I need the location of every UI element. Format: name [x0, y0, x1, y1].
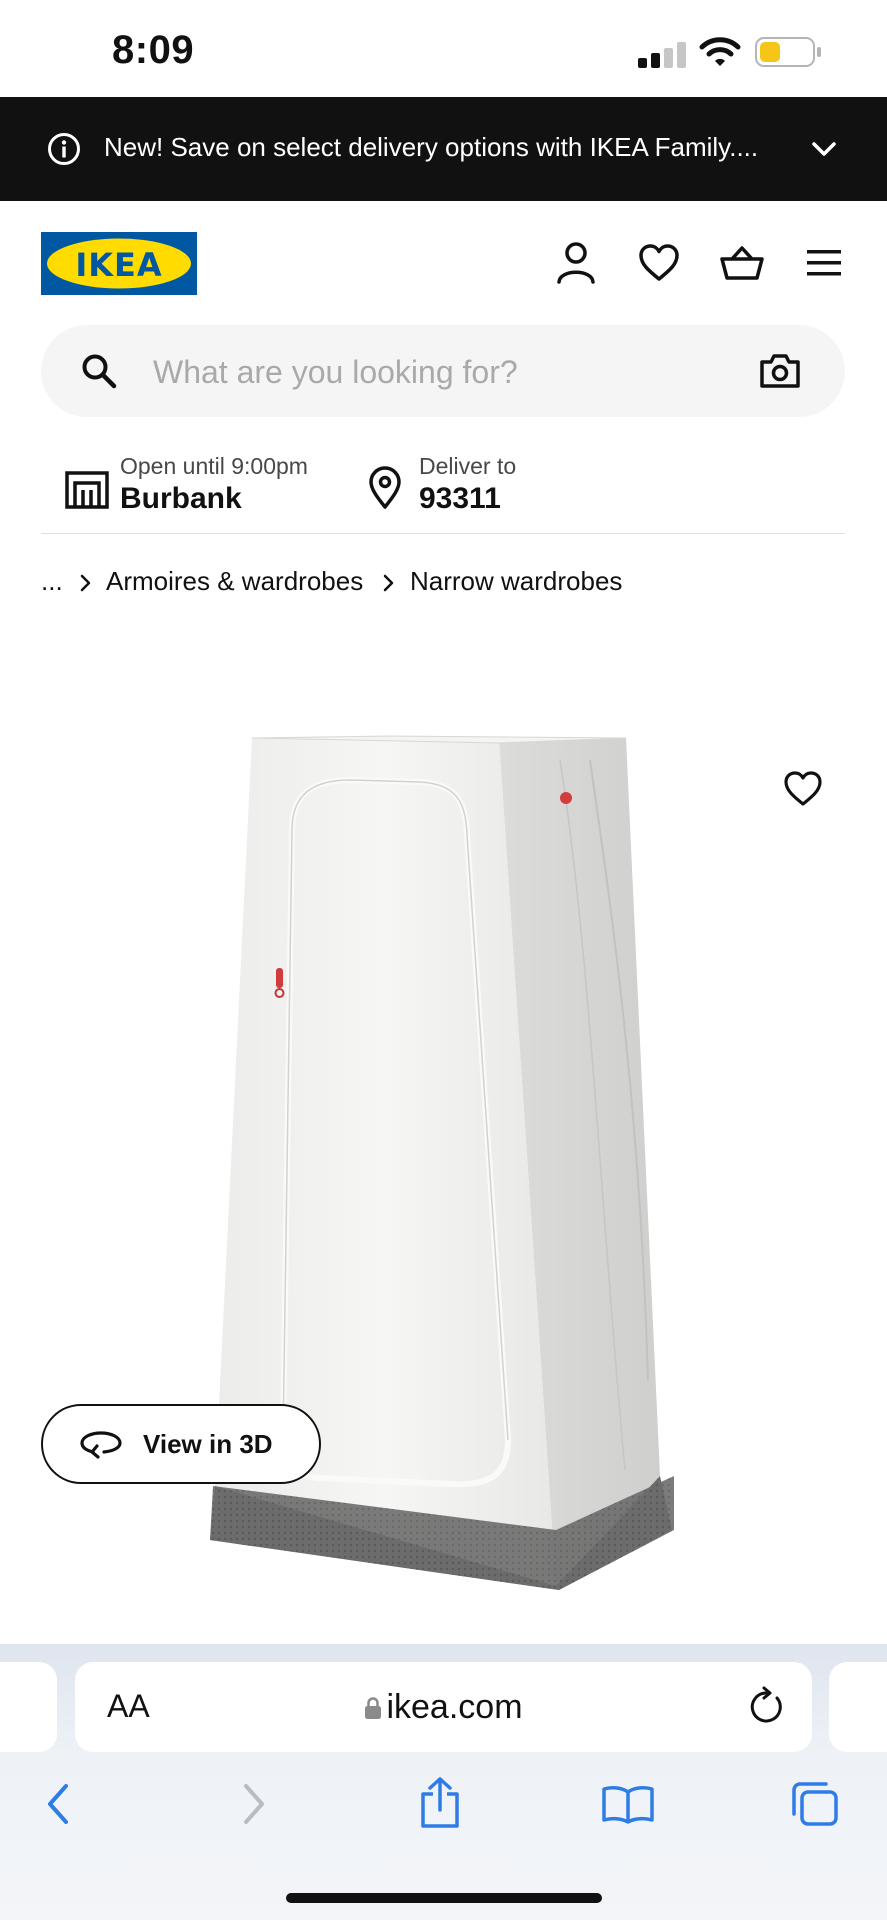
- chevron-down-icon[interactable]: [810, 137, 838, 161]
- favorites-icon[interactable]: [638, 243, 680, 283]
- ikea-logo[interactable]: IKEA: [41, 232, 197, 295]
- store-name: Burbank: [120, 482, 242, 515]
- store-selector[interactable]: Open until 9:00pm Burbank: [63, 451, 333, 519]
- location-pin-icon: [369, 466, 401, 509]
- delivery-selector[interactable]: Deliver to 93311: [366, 451, 566, 519]
- address-bar[interactable]: AA ikea.com: [75, 1662, 812, 1752]
- divider: [41, 533, 845, 534]
- cellular-signal-icon: [638, 42, 688, 68]
- account-icon[interactable]: [555, 240, 597, 284]
- logo-text: IKEA: [75, 246, 163, 284]
- back-icon[interactable]: [44, 1782, 74, 1826]
- delivery-label: Deliver to: [419, 453, 517, 479]
- status-bar: 8:09: [0, 0, 887, 97]
- home-indicator: [286, 1893, 602, 1903]
- share-icon[interactable]: [417, 1776, 463, 1830]
- search-bar[interactable]: [41, 325, 845, 419]
- menu-icon[interactable]: [806, 248, 842, 278]
- url-text: ikea.com: [386, 1688, 523, 1726]
- view-in-3d-label: View in 3D: [143, 1429, 273, 1459]
- view-in-3d-button[interactable]: View in 3D: [41, 1404, 321, 1484]
- store-hours: Open until 9:00pm: [120, 453, 308, 479]
- reload-icon[interactable]: [747, 1686, 785, 1728]
- delivery-zip: 93311: [419, 482, 501, 515]
- search-input[interactable]: [151, 325, 755, 419]
- battery-icon: [755, 37, 815, 67]
- promo-text: New! Save on select delivery options wit…: [104, 132, 759, 162]
- bookmarks-icon[interactable]: [601, 1784, 655, 1824]
- next-tab-pill[interactable]: [829, 1662, 887, 1752]
- url-display: ikea.com: [75, 1688, 812, 1727]
- info-icon: [48, 133, 80, 165]
- status-time: 8:09: [112, 28, 195, 72]
- breadcrumb-item-narrow-wardrobes[interactable]: Narrow wardrobes: [410, 566, 622, 597]
- product-favorite-icon[interactable]: [783, 770, 823, 808]
- chevron-right-icon: [80, 574, 91, 592]
- wifi-icon: [699, 37, 741, 66]
- chevron-right-icon: [383, 574, 394, 592]
- promo-banner[interactable]: New! Save on select delivery options wit…: [0, 97, 887, 201]
- forward-icon[interactable]: [238, 1782, 268, 1826]
- tabs-icon[interactable]: [790, 1780, 840, 1828]
- prev-tab-pill[interactable]: [0, 1662, 57, 1752]
- battery-cap: [817, 47, 821, 57]
- lock-icon: [365, 1697, 382, 1719]
- breadcrumb-item-armoires[interactable]: Armoires & wardrobes: [106, 566, 363, 597]
- shopping-bag-icon[interactable]: [719, 244, 765, 282]
- search-icon: [82, 354, 117, 389]
- rotate-3d-icon: [80, 1431, 122, 1459]
- store-icon: [65, 471, 109, 509]
- camera-icon[interactable]: [759, 353, 801, 389]
- breadcrumb-ellipsis[interactable]: ...: [41, 566, 63, 597]
- product-image[interactable]: [0, 620, 887, 1640]
